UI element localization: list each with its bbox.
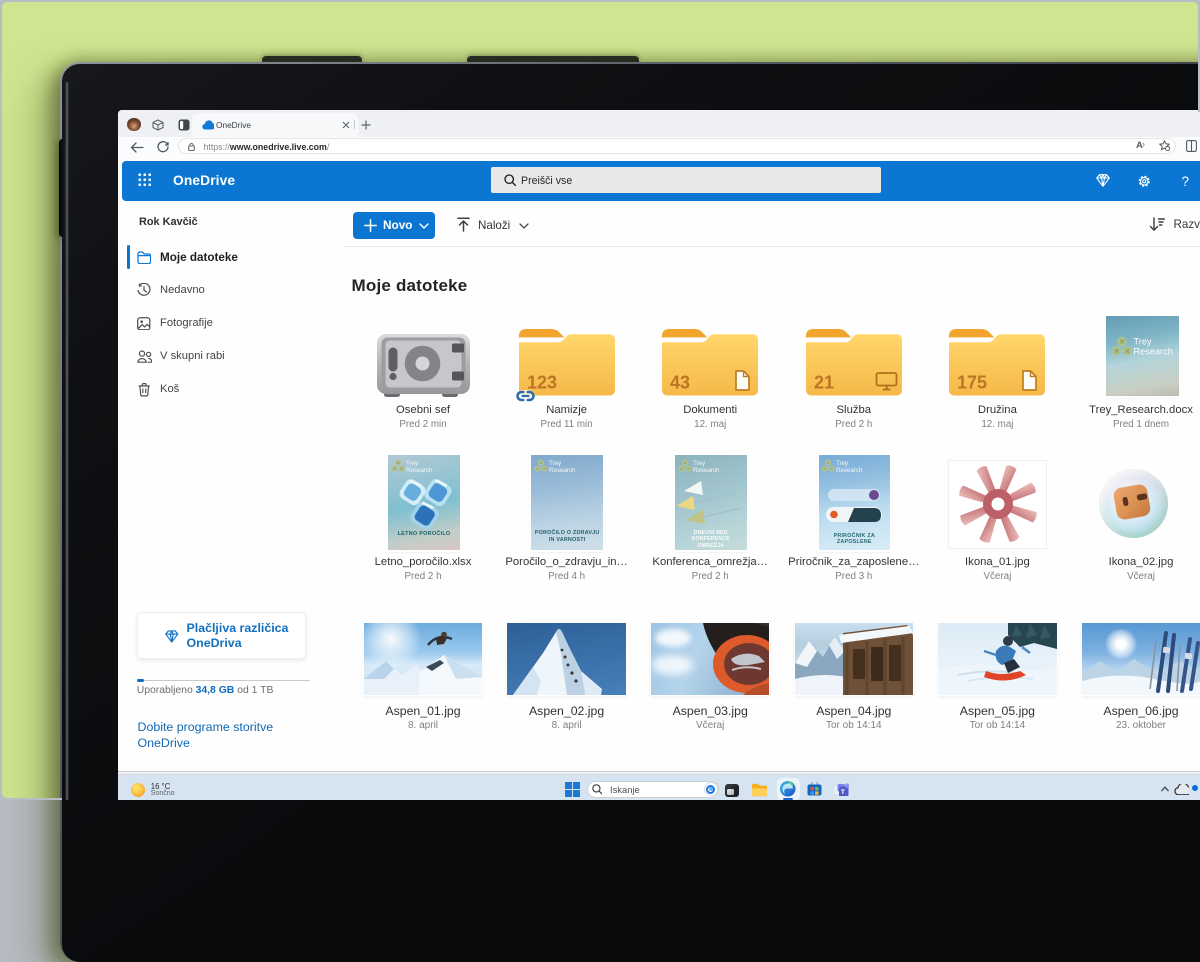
svg-text:Trey: Trey	[1133, 337, 1151, 347]
svg-text:Research: Research	[1133, 347, 1172, 357]
